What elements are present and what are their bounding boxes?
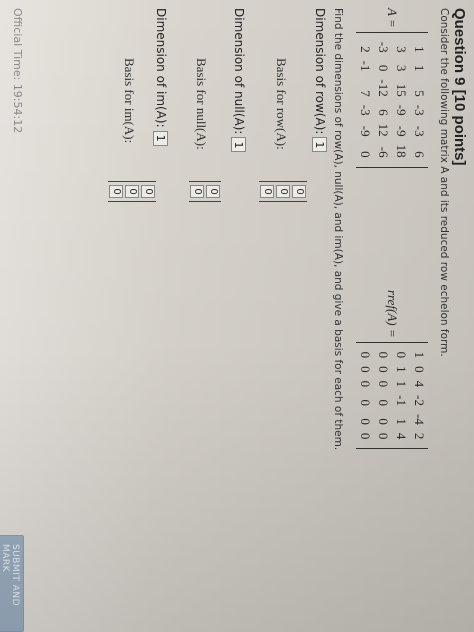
dim-im-label: Dimension of im(A):1 bbox=[153, 8, 168, 146]
basis-im-entry-input[interactable]: 0 bbox=[125, 185, 139, 198]
matrix-entry: 0 bbox=[358, 418, 373, 425]
rref-row: 0 0 0 0 0 0 bbox=[356, 348, 374, 444]
question-intro: Consider the following matrix A and its … bbox=[438, 8, 450, 357]
basis-im-entry-input[interactable]: 0 bbox=[109, 185, 123, 198]
matrix-entry: 3 bbox=[394, 46, 409, 53]
rref-row: 1 0 4 -2 -4 2 bbox=[410, 348, 428, 444]
dim-row-label: Dimension of row(A):1 bbox=[312, 8, 327, 153]
matrix-entry: -3 bbox=[358, 104, 373, 116]
dim-null-label: Dimension of null(A):1 bbox=[231, 8, 246, 153]
basis-im-vector: 000 bbox=[108, 181, 156, 202]
matrix-entry: -3 bbox=[376, 41, 391, 53]
matrix-entry: 4 bbox=[394, 432, 409, 440]
matrix-entry: 6 bbox=[376, 109, 391, 116]
rref-row: 0 1 1 -1 1 4 bbox=[392, 348, 410, 444]
matrix-entry: 1 bbox=[412, 351, 427, 359]
matrix-entry: 0 bbox=[358, 432, 373, 440]
basis-im-entry-input[interactable]: 0 bbox=[141, 185, 155, 198]
matrix-a-row: 2 -1 7 -3 -9 0 bbox=[356, 38, 374, 162]
matrix-entry: -9 bbox=[358, 125, 373, 137]
matrix-entry: 0 bbox=[376, 64, 391, 72]
matrix-entry: 7 bbox=[358, 90, 373, 97]
basis-im-label: Basis for im(A): bbox=[122, 58, 137, 144]
matrix-entry: 0 bbox=[358, 380, 373, 388]
matrix-entry: 1 bbox=[394, 380, 409, 388]
matrix-a-row: -3 0 -12 6 12 -6 bbox=[374, 38, 392, 162]
basis-row-label: Basis for row(A): bbox=[274, 58, 289, 150]
rref-block: rref(A) = 1 0 4 -2 -4 2 0 1 1 -1 1 4 0 0 0 0 0 0 0 0 0 0 0 0 bbox=[356, 290, 428, 450]
matrix-entry: -9 bbox=[394, 125, 409, 137]
find-instructions: Find the dimensions of row(A), null(A), … bbox=[332, 8, 344, 451]
dim-row-input[interactable]: 1 bbox=[312, 137, 327, 153]
basis-row-entry-input[interactable]: 0 bbox=[276, 185, 290, 198]
rref-row: 0 0 0 0 0 0 bbox=[374, 348, 392, 444]
matrix-entry: -2 bbox=[412, 395, 427, 406]
matrix-entry: 0 bbox=[376, 432, 391, 440]
basis-row-entry-input[interactable]: 0 bbox=[292, 185, 306, 198]
matrix-entry: 0 bbox=[394, 351, 409, 359]
matrix-entry: 0 bbox=[376, 418, 391, 425]
matrix-entry: 18 bbox=[394, 144, 409, 158]
screen: Question 9 [10 points] Consider the foll… bbox=[0, 0, 474, 632]
basis-null-vector: 00 bbox=[189, 181, 221, 202]
basis-row-vector: 000 bbox=[259, 181, 307, 202]
basis-null-entry-input[interactable]: 0 bbox=[190, 185, 204, 198]
matrix-entry: -9 bbox=[394, 104, 409, 116]
matrix-a-row: 3 3 15 -9 -9 18 bbox=[392, 38, 410, 162]
matrix-entry: 4 bbox=[412, 380, 427, 388]
matrix-entry: 0 bbox=[358, 399, 373, 406]
matrix-entry: 0 bbox=[412, 366, 427, 373]
matrix-entry: 5 bbox=[412, 90, 427, 97]
question-title: Question 9 [10 points] bbox=[451, 8, 468, 166]
submit-and-mark-button[interactable]: SUBMIT AND MARK bbox=[0, 535, 24, 632]
matrix-entry: 2 bbox=[412, 432, 427, 440]
basis-null-entry-input[interactable]: 0 bbox=[206, 185, 220, 198]
official-timer: Official Time: 19:54:12 bbox=[11, 8, 24, 134]
basis-row-entry-input[interactable]: 0 bbox=[260, 185, 274, 198]
matrix-entry: 0 bbox=[376, 366, 391, 373]
matrix-entry: 12 bbox=[376, 123, 391, 137]
matrix-entry: -1 bbox=[394, 395, 409, 406]
matrix-entry: 0 bbox=[358, 151, 373, 158]
matrix-entry: 0 bbox=[376, 399, 391, 406]
question-panel: Question 9 [10 points] Consider the foll… bbox=[0, 0, 474, 632]
matrix-entry: 1 bbox=[394, 418, 409, 425]
matrix-entry: 15 bbox=[394, 83, 409, 97]
basis-null-label: Basis for null(A): bbox=[194, 58, 209, 150]
matrix-entry: 1 bbox=[412, 46, 427, 53]
matrix-a-row: 1 1 5 -3 -3 6 bbox=[410, 38, 428, 162]
matrix-entry: -6 bbox=[376, 146, 391, 158]
dim-null-input[interactable]: 1 bbox=[231, 137, 246, 153]
rref-matrix: 1 0 4 -2 -4 2 0 1 1 -1 1 4 0 0 0 0 0 0 0 0 0 0 0 0 bbox=[356, 341, 428, 450]
matrix-entry: -3 bbox=[412, 125, 427, 137]
matrix-entry: -3 bbox=[412, 104, 427, 116]
matrix-entry: 0 bbox=[376, 351, 391, 359]
matrix-entry: 3 bbox=[394, 64, 409, 72]
matrix-entry: 0 bbox=[358, 351, 373, 359]
matrix-entry: -4 bbox=[412, 413, 427, 425]
matrix-entry: 0 bbox=[358, 366, 373, 373]
dim-im-input[interactable]: 1 bbox=[153, 130, 168, 146]
matrix-entry: 2 bbox=[358, 46, 373, 53]
matrix-entry: 6 bbox=[412, 151, 427, 158]
matrix-a-block: A = 1 1 5 -3 -3 6 3 3 15 -9 -9 18 -3 0 -12 6 12 -6 2 -1 7 -3-… bbox=[356, 8, 428, 168]
rref-label: rref(A) = bbox=[385, 290, 400, 338]
matrix-entry: 0 bbox=[376, 380, 391, 388]
matrix-entry: -1 bbox=[358, 60, 373, 72]
matrix-a-label: A = bbox=[385, 8, 400, 28]
matrix-entry: 1 bbox=[412, 64, 427, 72]
matrix-entry: -12 bbox=[376, 79, 391, 97]
matrix-entry: 1 bbox=[394, 366, 409, 373]
matrix-a: 1 1 5 -3 -3 6 3 3 15 -9 -9 18 -3 0 -12 6 12 -6 2 -1 7 -3 -9 0 bbox=[356, 31, 428, 168]
